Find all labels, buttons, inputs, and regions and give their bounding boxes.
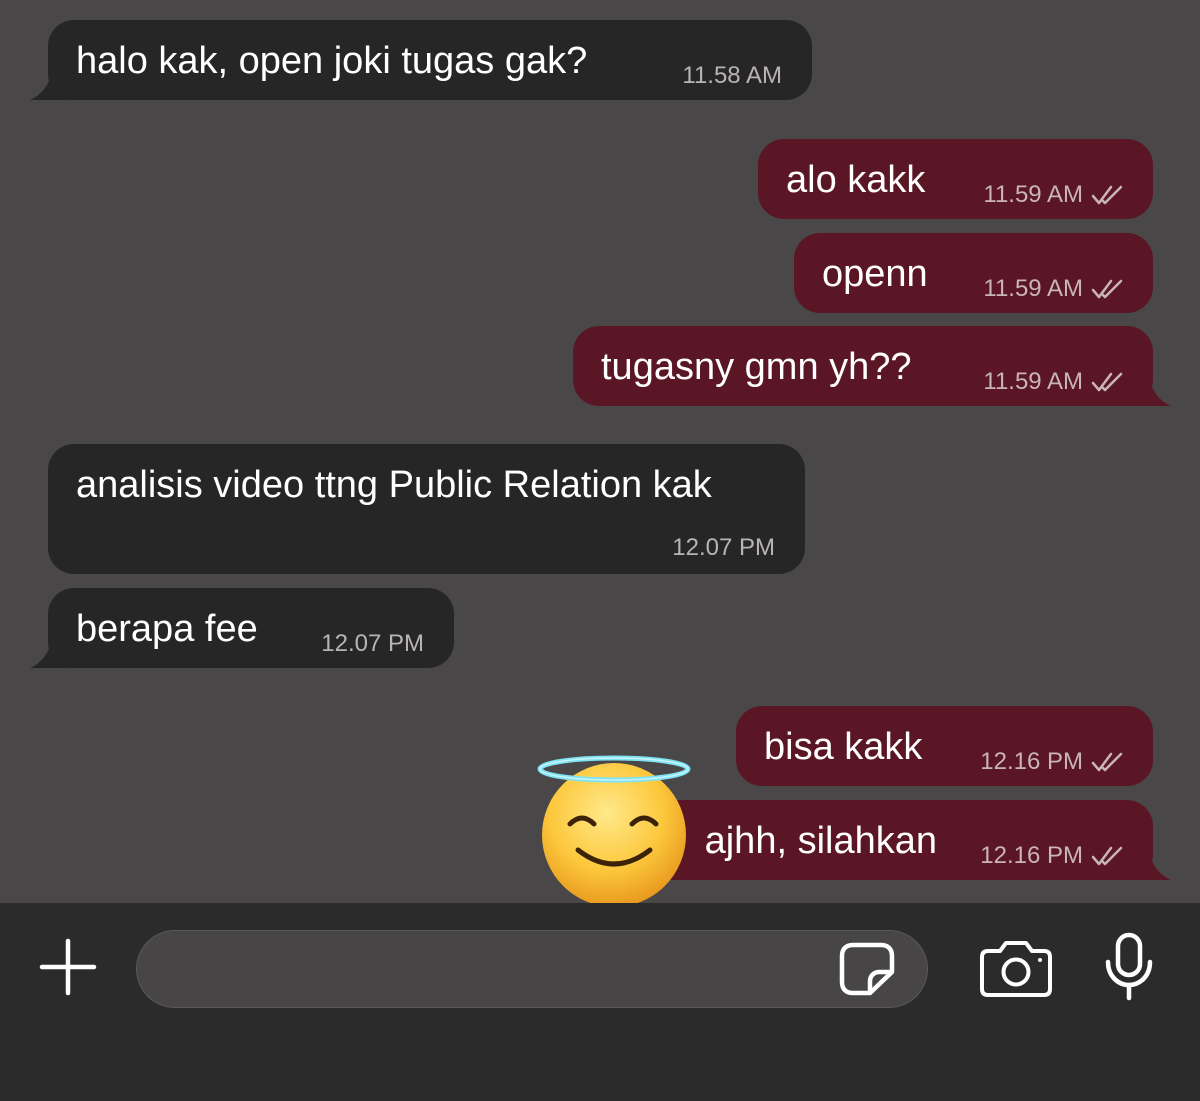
message-text: analisis video ttng Public Relation kak xyxy=(76,464,712,506)
message-time: 12.07 PM xyxy=(672,534,775,561)
bubble-tail xyxy=(1131,846,1171,880)
bubble-tail xyxy=(30,634,70,668)
message-meta: 12.16 PM xyxy=(980,748,1125,776)
message-meta: 11.58 AM xyxy=(682,62,782,90)
read-ticks-icon xyxy=(1091,846,1123,866)
message-bubble-incoming[interactable]: berapa fee 12.07 PM xyxy=(30,588,454,668)
plus-icon[interactable] xyxy=(38,937,98,997)
message-bubble-outgoing[interactable]: alo kakk 11.59 AM xyxy=(758,139,1153,219)
message-meta: 11.59 AM xyxy=(983,368,1125,396)
message-input[interactable] xyxy=(136,930,928,1008)
message-meta: 12.07 PM xyxy=(321,630,424,658)
message-text: openn xyxy=(822,253,928,295)
message-text: tugasny gmn yh?? xyxy=(601,346,912,388)
message-bubble-incoming[interactable]: analisis video ttng Public Relation kak … xyxy=(48,444,805,574)
bubble-tail xyxy=(1131,372,1171,406)
message-text: bisa kakk xyxy=(764,726,923,768)
read-ticks-icon xyxy=(1091,372,1123,392)
chat-thread[interactable]: halo kak, open joki tugas gak? 11.58 AM … xyxy=(0,0,1200,907)
microphone-icon[interactable] xyxy=(1104,932,1154,1002)
message-bubble-outgoing[interactable]: tugasny gmn yh?? 11.59 AM xyxy=(573,326,1171,406)
read-ticks-icon xyxy=(1091,752,1123,772)
smiling-face-with-halo-emoji xyxy=(537,755,691,907)
message-text: berapa fee xyxy=(76,608,258,650)
message-time: 12.16 PM xyxy=(980,748,1083,775)
message-bubble-outgoing[interactable]: openn 11.59 AM xyxy=(794,233,1153,313)
message-text: ajhh, silahkan xyxy=(704,820,937,862)
message-time: 11.59 AM xyxy=(983,181,1083,208)
message-time: 12.07 PM xyxy=(321,630,424,657)
message-bubble-outgoing[interactable]: ajhh, silahkan 12.16 PM xyxy=(620,800,1171,880)
message-time: 11.58 AM xyxy=(682,62,782,89)
camera-icon[interactable] xyxy=(980,939,1052,997)
message-bubble-outgoing[interactable]: bisa kakk 12.16 PM xyxy=(736,706,1153,786)
sticker-icon[interactable] xyxy=(839,942,895,996)
message-time: 11.59 AM xyxy=(983,275,1083,302)
message-meta: 11.59 AM xyxy=(983,275,1125,303)
message-text: halo kak, open joki tugas gak? xyxy=(76,40,588,82)
message-text: alo kakk xyxy=(786,159,926,201)
message-meta: 11.59 AM xyxy=(983,181,1125,209)
message-time: 12.16 PM xyxy=(980,842,1083,869)
read-ticks-icon xyxy=(1091,279,1123,299)
message-bubble-incoming[interactable]: halo kak, open joki tugas gak? 11.58 AM xyxy=(30,20,812,100)
message-time: 11.59 AM xyxy=(983,368,1083,395)
read-ticks-icon xyxy=(1091,185,1123,205)
message-meta: 12.07 PM xyxy=(672,534,775,562)
bubble-tail xyxy=(30,66,70,100)
message-meta: 12.16 PM xyxy=(980,842,1125,870)
